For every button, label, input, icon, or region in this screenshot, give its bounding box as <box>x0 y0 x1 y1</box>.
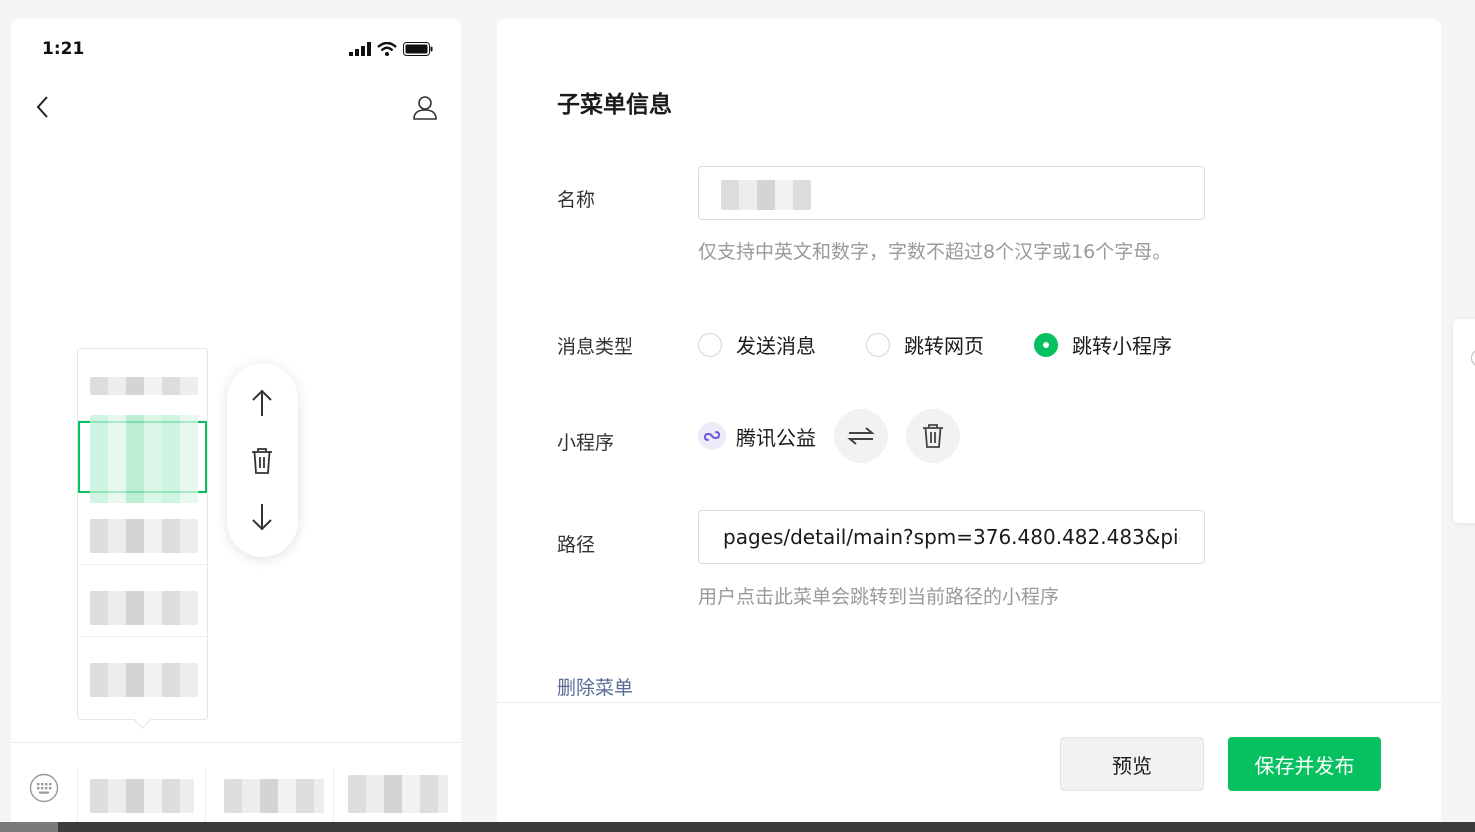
phone-preview: 1:21 <box>11 19 461 832</box>
taskbar <box>0 822 1475 832</box>
miniprogram-name: 腾讯公益 <box>736 425 816 450</box>
message-type-radio-group: 发送消息 跳转网页 跳转小程序 <box>698 330 1222 359</box>
submenu-item[interactable] <box>78 637 207 709</box>
delete-menu-link[interactable]: 删除菜单 <box>557 673 633 700</box>
radio-send-message[interactable]: 发送消息 <box>698 330 816 359</box>
status-icons <box>349 42 433 56</box>
blurred-label <box>90 377 198 395</box>
swap-icon <box>847 427 875 445</box>
radio-circle <box>866 332 890 357</box>
blurred-label <box>90 663 198 697</box>
move-up-button[interactable] <box>248 387 276 419</box>
path-input[interactable] <box>698 510 1205 564</box>
submenu-item-active[interactable] <box>78 415 207 503</box>
radio-label: 跳转网页 <box>904 334 984 358</box>
blurred-label <box>90 519 198 553</box>
submenu-controls <box>227 363 298 557</box>
miniprogram-label: 小程序 <box>557 432 615 454</box>
blurred-label <box>90 779 194 813</box>
blurred-label <box>224 779 324 813</box>
battery-icon <box>403 42 433 56</box>
handle-icon <box>1471 349 1475 367</box>
signal-icon <box>349 42 371 56</box>
miniprogram-row: 腾讯公益 <box>698 409 978 463</box>
submenu-item[interactable] <box>78 565 207 637</box>
trash-icon <box>252 448 272 474</box>
blurred-name-value <box>721 180 811 210</box>
status-time: 1:21 <box>42 39 85 59</box>
user-icon[interactable] <box>411 93 439 121</box>
back-arrow-icon[interactable] <box>33 94 53 120</box>
menu-tabbar <box>11 742 461 832</box>
arrow-up-icon <box>252 389 272 416</box>
blurred-label <box>90 415 198 503</box>
status-bar: 1:21 <box>11 19 461 79</box>
save-publish-button[interactable]: 保存并发布 <box>1228 737 1381 791</box>
panel-title: 子菜单信息 <box>557 92 672 118</box>
submenu-item[interactable] <box>78 493 207 565</box>
name-hint: 仅支持中英文和数字，字数不超过8个汉字或16个字母。 <box>698 241 1172 263</box>
remove-miniprogram-button[interactable] <box>906 409 960 463</box>
keyboard-icon[interactable] <box>29 773 59 803</box>
preview-button[interactable]: 预览 <box>1060 737 1204 791</box>
blurred-label <box>348 775 448 813</box>
submenu-popup <box>77 348 208 720</box>
radio-circle <box>698 332 722 357</box>
panel-footer: 预览 保存并发布 <box>497 702 1441 832</box>
trash-icon <box>923 424 943 448</box>
miniprogram-logo-icon <box>698 422 726 450</box>
name-input[interactable] <box>698 166 1205 220</box>
submenu-editor-panel: 子菜单信息 名称 仅支持中英文和数字，字数不超过8个汉字或16个字母。 消息类型… <box>497 19 1441 832</box>
switch-miniprogram-button[interactable] <box>834 409 888 463</box>
wifi-icon <box>377 42 397 56</box>
blurred-label <box>90 591 198 625</box>
radio-circle-checked <box>1034 332 1058 357</box>
radio-label: 跳转小程序 <box>1072 334 1172 358</box>
path-hint: 用户点击此菜单会跳转到当前路径的小程序 <box>698 586 1060 608</box>
move-down-button[interactable] <box>248 501 276 533</box>
delete-submenu-button[interactable] <box>248 445 276 477</box>
side-panel-handle[interactable] <box>1453 319 1475 523</box>
arrow-down-icon <box>252 504 272 531</box>
name-label: 名称 <box>557 189 596 211</box>
radio-label: 发送消息 <box>736 334 816 358</box>
radio-jump-webpage[interactable]: 跳转网页 <box>866 330 984 359</box>
radio-jump-miniprogram[interactable]: 跳转小程序 <box>1034 330 1172 359</box>
message-type-label: 消息类型 <box>557 336 634 358</box>
path-label: 路径 <box>557 534 596 556</box>
submenu-item[interactable] <box>78 349 207 421</box>
